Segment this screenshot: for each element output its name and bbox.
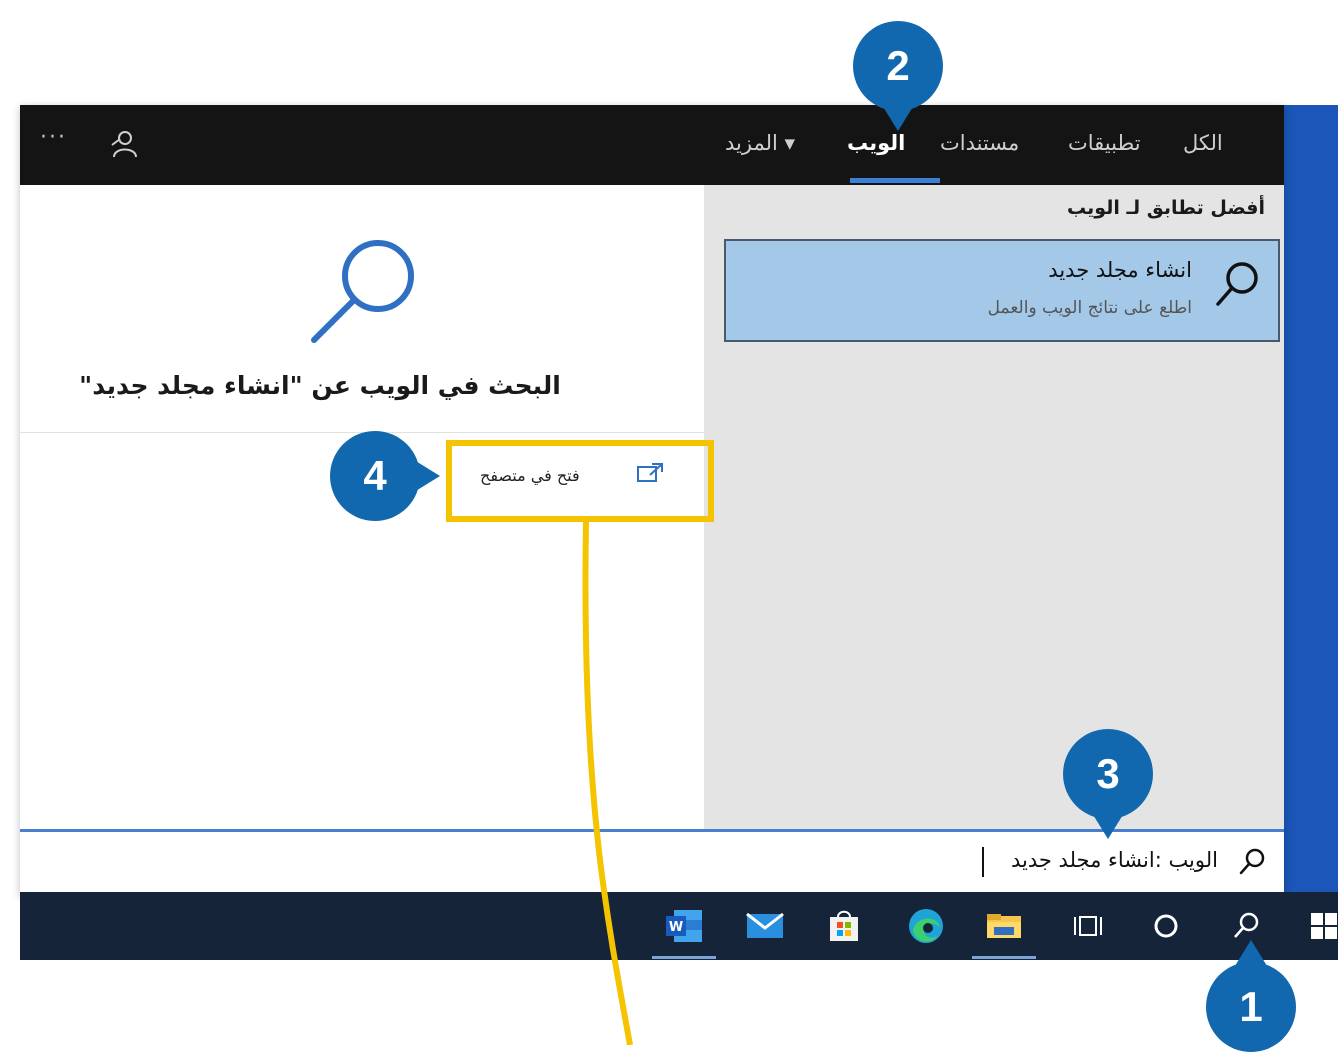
search-icon <box>1239 848 1265 875</box>
search-icon <box>1216 262 1258 306</box>
store-icon[interactable] <box>816 900 872 952</box>
tab-all[interactable]: الكل <box>1183 105 1223 185</box>
feedback-icon[interactable] <box>108 127 142 161</box>
cortana-icon[interactable] <box>1138 900 1194 952</box>
best-match-title: انشاء مجلد جديد <box>1048 258 1192 282</box>
callout-3: 3 <box>1063 729 1153 839</box>
desktop-background <box>1284 105 1338 895</box>
tab-documents[interactable]: مستندات <box>940 105 1019 185</box>
active-tab-indicator <box>850 178 940 183</box>
start-icon[interactable] <box>1296 900 1338 952</box>
mail-icon[interactable] <box>737 900 793 952</box>
open-external-icon <box>637 463 663 482</box>
callout-1: 1 <box>1206 940 1296 1052</box>
running-indicator <box>652 956 716 959</box>
svg-text:W: W <box>669 920 683 935</box>
tab-apps[interactable]: تطبيقات <box>1068 105 1141 185</box>
text-caret <box>982 847 984 877</box>
best-match-result[interactable] <box>724 239 1280 342</box>
best-match-heading: أفضل تطابق لـ الويب <box>1067 197 1265 219</box>
file-explorer-icon[interactable] <box>976 900 1032 952</box>
search-icon <box>311 240 414 343</box>
tab-more[interactable]: المزيد ▾ <box>725 105 795 185</box>
search-input-value: الويب :انشاء مجلد جديد <box>1011 848 1218 872</box>
callout-4: 4 <box>330 431 440 521</box>
web-search-title: البحث في الويب عن "انشاء مجلد جديد" <box>79 371 561 400</box>
edge-icon[interactable] <box>898 900 954 952</box>
word-icon[interactable]: W <box>656 900 712 952</box>
callout-2: 2 <box>853 21 943 131</box>
running-indicator <box>972 956 1036 959</box>
task-view-icon[interactable] <box>1060 900 1116 952</box>
open-in-browser-link[interactable]: فتح في متصفح <box>480 466 580 485</box>
more-options-button[interactable]: ··· <box>40 125 67 150</box>
best-match-subtitle: اطلع على نتائج الويب والعمل <box>987 298 1192 318</box>
